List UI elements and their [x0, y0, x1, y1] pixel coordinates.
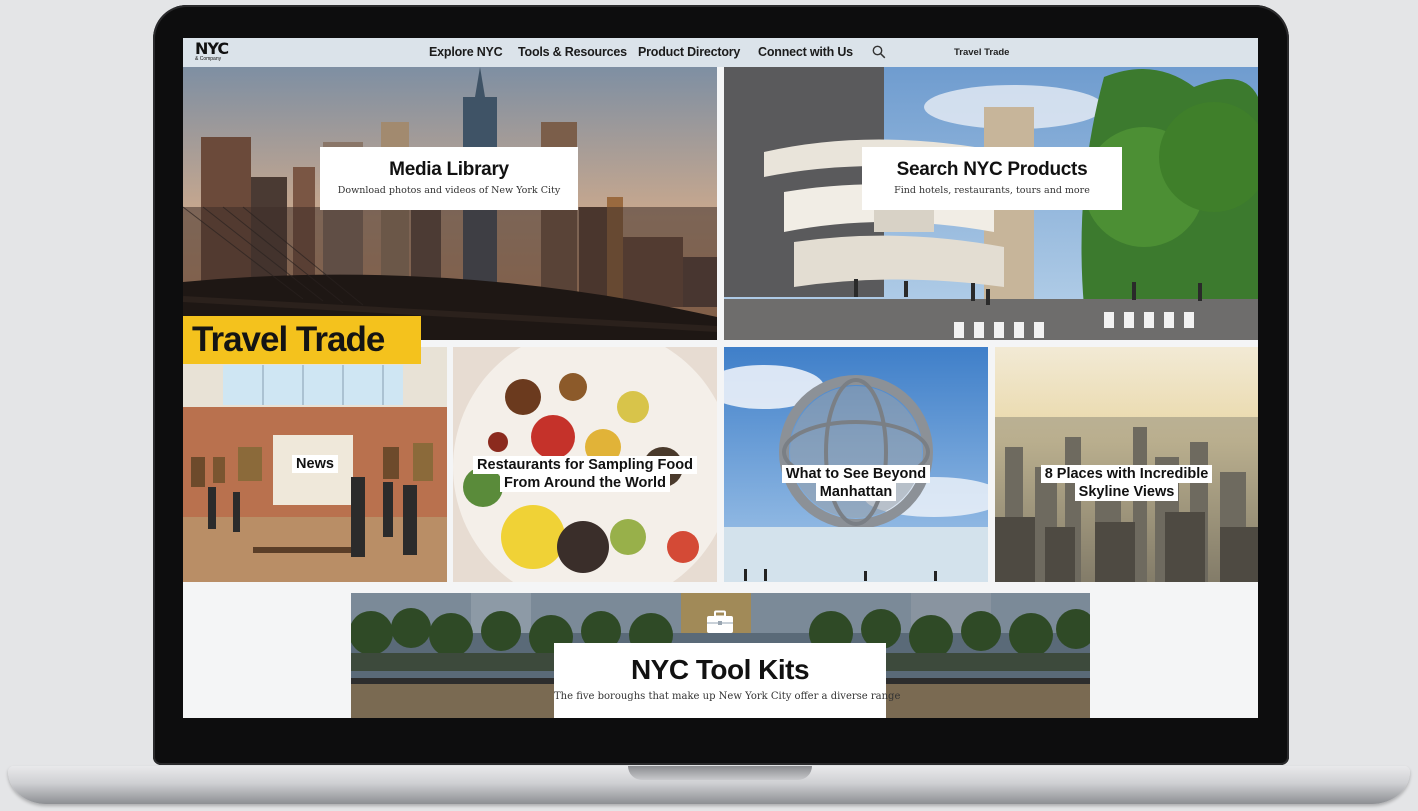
restaurants-label: Restaurants for Sampling Food From Aroun…	[473, 456, 697, 492]
nav-link-tools[interactable]: Tools & Resources	[518, 45, 627, 59]
logo-wordmark: NYC	[195, 39, 229, 58]
skyline-views-tile[interactable]: 8 Places with Incredible Skyline Views	[995, 347, 1258, 582]
toolkits-title: NYC Tool Kits	[630, 654, 810, 685]
toolkits-description: The five boroughs that make up New York …	[554, 691, 901, 702]
media-library-card[interactable]: Media Library Download photos and videos…	[320, 147, 578, 210]
toolkits-card[interactable]: NYC Tool Kits The five boroughs that mak…	[554, 643, 901, 718]
media-library-title: Media Library	[389, 159, 509, 180]
beyond-manhattan-label: What to See Beyond Manhattan	[770, 465, 942, 501]
screen: NYC & Company Explore NYC Tools & Resour…	[183, 38, 1258, 718]
nav-link-products[interactable]: Product Directory	[638, 45, 740, 59]
skyline-views-label: 8 Places with Incredible Skyline Views	[1019, 465, 1234, 501]
search-products-title: Search NYC Products	[896, 159, 1088, 180]
nav-link-explore[interactable]: Explore NYC	[429, 45, 503, 59]
search-products-tile[interactable]: Search NYC Products Find hotels, restaur…	[724, 67, 1258, 340]
beyond-manhattan-tile[interactable]: What to See Beyond Manhattan	[724, 347, 988, 582]
nyc-logo[interactable]: NYC & Company	[195, 41, 255, 63]
media-library-subtitle: Download photos and videos of New York C…	[337, 185, 561, 196]
beyond-manhattan-label-text: What to See Beyond Manhattan	[781, 465, 931, 501]
laptop-notch	[628, 766, 812, 780]
skyline-views-label-text: 8 Places with Incredible Skyline Views	[1040, 465, 1213, 501]
briefcase-icon	[707, 610, 733, 633]
news-tile[interactable]: News	[183, 347, 447, 582]
nav-link-connect[interactable]: Connect with Us	[758, 45, 853, 59]
news-label: News	[279, 455, 351, 473]
search-icon[interactable]	[872, 45, 886, 59]
nav-travel-trade[interactable]: Travel Trade	[954, 47, 1009, 58]
restaurants-label-text: Restaurants for Sampling Food From Aroun…	[473, 456, 697, 492]
travel-trade-badge: Travel Trade	[183, 316, 421, 364]
restaurants-tile[interactable]: Restaurants for Sampling Food From Aroun…	[453, 347, 717, 582]
top-nav: NYC & Company Explore NYC Tools & Resour…	[183, 38, 1258, 67]
search-products-card[interactable]: Search NYC Products Find hotels, restaur…	[862, 147, 1122, 210]
search-products-subtitle: Find hotels, restaurants, tours and more	[894, 185, 1090, 196]
travel-trade-heading: Travel Trade	[192, 320, 385, 359]
news-label-text: News	[292, 455, 338, 473]
media-library-tile[interactable]: Media Library Download photos and videos…	[183, 67, 717, 340]
